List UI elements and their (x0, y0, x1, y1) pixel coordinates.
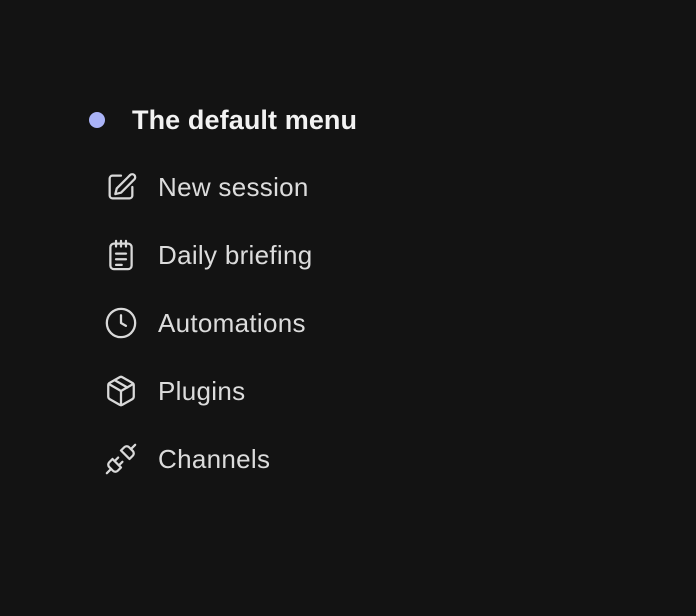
package-icon (104, 374, 138, 408)
menu-item-label: New session (158, 171, 309, 202)
menu-item-channels[interactable]: Channels (104, 425, 313, 493)
menu-list: New session Daily briefing Automations P… (104, 153, 313, 493)
menu-item-label: Automations (158, 307, 306, 338)
menu-item-daily-briefing[interactable]: Daily briefing (104, 221, 313, 289)
menu-header: The default menu (89, 100, 357, 140)
menu-item-label: Channels (158, 443, 271, 474)
menu-item-label: Plugins (158, 375, 246, 406)
menu-item-automations[interactable]: Automations (104, 289, 313, 357)
default-menu: The default menu New session Daily brief… (0, 0, 696, 616)
notepad-icon (104, 238, 138, 272)
status-dot (89, 112, 105, 128)
clock-icon (104, 306, 138, 340)
menu-item-new-session[interactable]: New session (104, 153, 313, 221)
edit-icon (104, 170, 138, 204)
menu-item-label: Daily briefing (158, 239, 313, 270)
menu-title: The default menu (132, 104, 358, 135)
plug-icon (104, 442, 138, 476)
menu-item-plugins[interactable]: Plugins (104, 357, 313, 425)
